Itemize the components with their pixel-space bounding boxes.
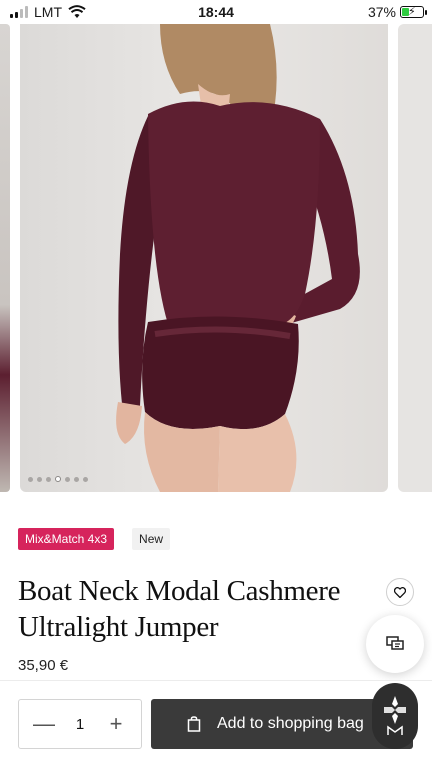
increase-quantity-button[interactable]: +: [105, 713, 127, 735]
pagination-dot[interactable]: [74, 476, 79, 482]
product-title: Boat Neck Modal Cashmere Ultralight Jump…: [18, 573, 358, 645]
brand-assistant-button[interactable]: [372, 683, 418, 749]
brand-logo-icon: [384, 696, 406, 735]
product-photo-illustration: [116, 24, 360, 492]
add-to-bag-label: Add to shopping bag: [217, 715, 364, 732]
product-title-line2: Ultralight Jumper: [18, 611, 219, 643]
product-badges: Mix&Match 4x3 New: [18, 528, 171, 550]
quantity-stepper: — 1 +: [18, 699, 142, 749]
pagination-dot[interactable]: [46, 476, 51, 482]
pagination-dot[interactable]: [65, 476, 70, 482]
purchase-bar: — 1 + Add to shopping bag: [0, 680, 432, 768]
next-image-peek[interactable]: [398, 24, 432, 492]
favorite-button[interactable]: [386, 578, 414, 606]
chat-icon: [386, 636, 404, 650]
heart-icon: [394, 586, 406, 598]
product-title-line1: Boat Neck Modal Cashmere: [18, 575, 341, 607]
gallery-pagination: [28, 476, 88, 482]
pagination-dot-active[interactable]: [55, 476, 61, 482]
battery-percent: 37%: [367, 4, 396, 20]
new-badge: New: [132, 528, 171, 550]
previous-image-peek[interactable]: [0, 24, 10, 492]
status-right: 37% ⚡: [367, 4, 427, 20]
battery-icon: ⚡: [400, 6, 427, 18]
bag-icon: [187, 716, 201, 732]
quantity-value: 1: [75, 715, 85, 733]
pagination-dot[interactable]: [83, 476, 88, 482]
pagination-dot[interactable]: [37, 476, 42, 482]
promo-badge[interactable]: Mix&Match 4x3: [18, 528, 115, 550]
pagination-dot[interactable]: [28, 476, 33, 482]
product-photo[interactable]: [20, 24, 388, 492]
decrease-quantity-button[interactable]: —: [33, 713, 55, 735]
status-bar: LMT 18:44 37% ⚡: [0, 0, 432, 24]
product-price: 35,90 €: [18, 657, 69, 674]
product-gallery[interactable]: [0, 24, 432, 494]
chat-button[interactable]: [366, 615, 424, 673]
